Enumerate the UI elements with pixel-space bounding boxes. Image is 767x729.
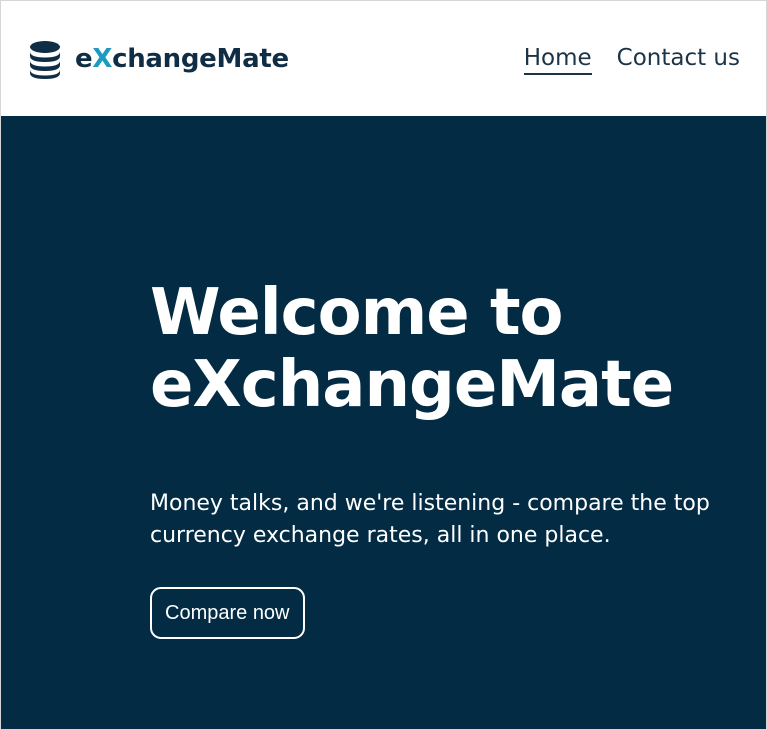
main-nav: Home Contact us [523,45,740,76]
nav-link-home[interactable]: Home [523,45,592,76]
brand-logo-link[interactable]: eXchangeMate [24,38,289,80]
nav-link-contact-us[interactable]: Contact us [617,45,740,75]
brand-name-prefix: e [75,44,93,74]
hero-title: Welcome to eXchangeMate [150,276,750,422]
hero-title-line-2: eXchangeMate [150,347,674,422]
brand-name: eXchangeMate [75,46,289,72]
brand-name-suffix: changeMate [112,44,289,74]
hero-subtitle: Money talks, and we're listening - compa… [150,491,710,548]
page: eXchangeMate Home Contact us Welcome to … [0,0,767,729]
navbar: eXchangeMate Home Contact us [1,1,766,116]
hero-title-line-1: Welcome to [150,276,563,350]
hero-section: Welcome to eXchangeMate Money talks, and… [1,116,766,729]
compare-now-button[interactable]: Compare now [150,587,305,639]
brand-name-accent: X [92,44,113,74]
coins-stack-icon [30,41,60,79]
